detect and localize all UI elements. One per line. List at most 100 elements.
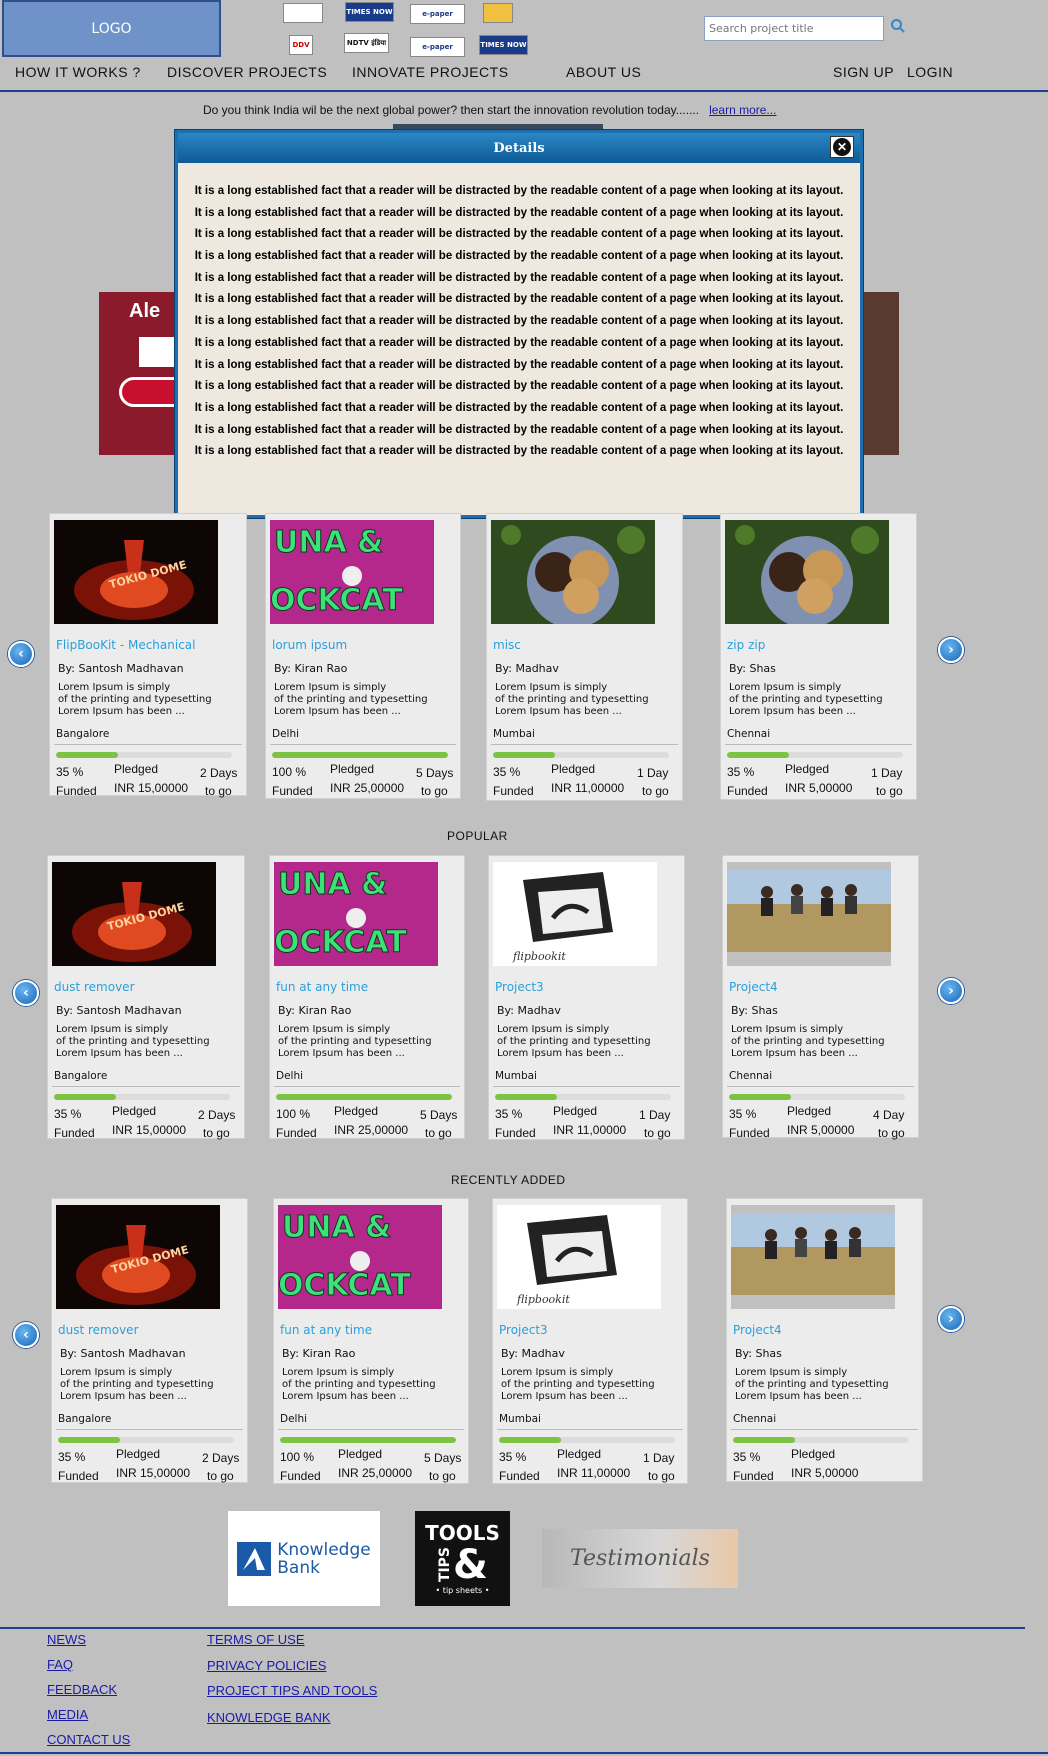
carousel-prev-popular[interactable]: ‹ [13,980,39,1006]
project-thumbnail[interactable] [731,1205,895,1309]
partner-logo-epaper[interactable]: e-paper [410,4,465,24]
funded-percent: 35 % [729,1107,757,1121]
funded-label: Funded [729,1126,770,1140]
project-card[interactable]: misc By: Madhav Lorem Ipsum is simply of th… [486,513,683,801]
project-title[interactable]: FlipBooKit - Mechanical [56,638,196,652]
project-card[interactable]: UNA & OCKCAT fun at any time By: Kiran Rao L… [269,855,465,1140]
project-title[interactable]: Project3 [499,1323,548,1337]
project-card[interactable]: Project4 By: Shas Lorem Ipsum is simply of … [726,1198,923,1483]
carousel-prev-recent[interactable]: ‹ [13,1322,39,1348]
project-description: Lorem Ipsum is simply [495,682,608,693]
project-card[interactable]: TOKIO DOME FlipBooKit - Mechanical By: San… [49,513,247,798]
project-card[interactable]: TOKIO DOME dust remover By: Santosh Madhav… [51,1198,248,1483]
project-card[interactable]: flipbookit Project3 By: Madhav Lorem Ipsum … [492,1198,688,1484]
project-thumbnail[interactable]: UNA & OCKCAT [270,520,434,624]
carousel-next-recent[interactable]: › [938,1306,964,1332]
project-thumbnail[interactable]: flipbookit [493,862,657,966]
footer-link-contact-us[interactable]: CONTACT US [47,1732,130,1747]
footer-link-project-tips-and-tools[interactable]: PROJECT TIPS AND TOOLS [207,1683,377,1698]
modal-text-line: It is a long established fact that a rea… [194,380,844,393]
project-title[interactable]: fun at any time [280,1323,372,1337]
partner-logo-times-now[interactable]: TIMES NOW [345,2,394,22]
modal-close-button[interactable]: ✕ [830,136,854,158]
carousel-prev-featured[interactable]: ‹ [8,641,34,667]
nav-innovate-projects[interactable]: INNOVATE PROJECTS [352,64,509,80]
ampersand-label: & [453,1542,488,1588]
project-description: Lorem Ipsum is simply [501,1367,614,1378]
nav-sign-up[interactable]: SIGN UP [833,64,894,80]
pledged-label: Pledged [551,762,596,776]
nav-how-it-works[interactable]: HOW IT WORKS ? [15,64,141,80]
footer-link-terms-of-use[interactable]: TERMS OF USE [207,1632,305,1647]
carousel-next-featured[interactable]: › [938,637,964,663]
partner-logo-ddv[interactable]: DDV [289,35,313,55]
partner-logo-1[interactable] [283,3,323,23]
knowledge-bank-promo[interactable]: Knowledge Bank [228,1511,380,1606]
footer-link-news[interactable]: NEWS [47,1632,86,1647]
project-title[interactable]: lorum ipsum [272,638,347,652]
project-title[interactable]: zip zip [727,638,765,652]
project-title[interactable]: fun at any time [276,980,368,994]
footer-link-feedback[interactable]: FEEDBACK [47,1682,117,1697]
nav-discover-projects[interactable]: DISCOVER PROJECTS [167,64,327,80]
nav-login[interactable]: LOGIN [907,64,953,80]
partner-logo-epaper-2[interactable]: e-paper [410,37,465,57]
project-description: of the printing and typesetting [735,1379,889,1390]
project-thumbnail[interactable]: TOKIO DOME [52,862,216,966]
funding-progress-bar [727,752,903,758]
project-thumbnail[interactable]: TOKIO DOME [56,1205,220,1309]
nav-about-us[interactable]: ABOUT US [566,64,641,80]
learn-more-link[interactable]: learn more... [709,103,776,117]
project-title[interactable]: dust remover [58,1323,139,1337]
project-thumbnail[interactable]: UNA & OCKCAT [274,862,438,966]
footer-link-privacy-policies[interactable]: PRIVACY POLICIES [207,1658,326,1673]
partner-logo-ndtv[interactable]: NDTV इंडिया [344,33,389,53]
svg-text:OCKCAT: OCKCAT [270,583,403,618]
partner-logo-times-now-2[interactable]: TIMES NOW [479,35,528,55]
svg-text:OCKCAT: OCKCAT [278,1268,411,1303]
project-thumbnail[interactable] [727,862,891,966]
project-card[interactable]: TOKIO DOME dust remover By: Santosh Madhav… [47,855,245,1140]
project-thumbnail[interactable] [491,520,655,624]
site-logo[interactable]: LOGO [2,0,221,57]
project-title[interactable]: Project4 [733,1323,782,1337]
project-card[interactable]: flipbookit Project3 By: Madhav Lorem Ipsum … [488,855,685,1140]
search-input[interactable] [704,16,884,41]
project-title[interactable]: dust remover [54,980,135,994]
project-title[interactable]: Project4 [729,980,778,994]
footer-link-knowledge-bank[interactable]: KNOWLEDGE BANK [207,1710,331,1725]
project-title[interactable]: Project3 [495,980,544,994]
project-description: Lorem Ipsum has been ... [56,1048,183,1059]
testimonials-promo[interactable]: Testimonials [542,1529,738,1588]
project-thumbnail[interactable] [725,520,889,624]
funded-label: Funded [495,1126,536,1140]
project-location: Mumbai [495,1070,537,1082]
project-description: Lorem Ipsum is simply [729,682,842,693]
project-description: Lorem Ipsum has been ... [278,1048,405,1059]
project-card[interactable]: zip zip By: Shas Lorem Ipsum is simply of t… [720,513,917,800]
funded-label: Funded [276,1126,317,1140]
project-author: By: Madhav [495,662,559,675]
banner-text-fragment: Ale [129,300,161,322]
footer-link-media[interactable]: MEDIA [47,1707,88,1722]
funding-progress-fill [729,1094,791,1100]
footer-link-faq[interactable]: FAQ [47,1657,73,1672]
project-card[interactable]: UNA & OCKCAT fun at any time By: Kiran Rao L… [273,1198,469,1484]
partner-logo-4[interactable] [483,3,513,23]
project-description: of the printing and typesetting [282,1379,436,1390]
project-title[interactable]: misc [493,638,521,652]
pledged-label: Pledged [338,1447,383,1461]
tools-tips-promo[interactable]: TOOLS TIPS & • tip sheets • [415,1511,510,1606]
funding-progress-fill [272,752,448,758]
project-card[interactable]: Project4 By: Shas Lorem Ipsum is simply of … [722,855,919,1140]
search-icon[interactable] [890,18,906,34]
modal-text-line: It is a long established fact that a rea… [194,250,844,263]
project-card[interactable]: UNA & OCKCAT lorum ipsum By: Kiran Rao Lorem… [265,513,461,799]
project-thumbnail[interactable]: UNA & OCKCAT [278,1205,442,1309]
project-description: Lorem Ipsum has been ... [58,706,185,717]
project-thumbnail[interactable]: flipbookit [497,1205,661,1309]
project-thumbnail[interactable]: TOKIO DOME [54,520,218,624]
footer-bottom-divider [0,1752,1048,1754]
carousel-next-popular[interactable]: › [938,978,964,1004]
days-to-go-label: to go [421,784,448,798]
